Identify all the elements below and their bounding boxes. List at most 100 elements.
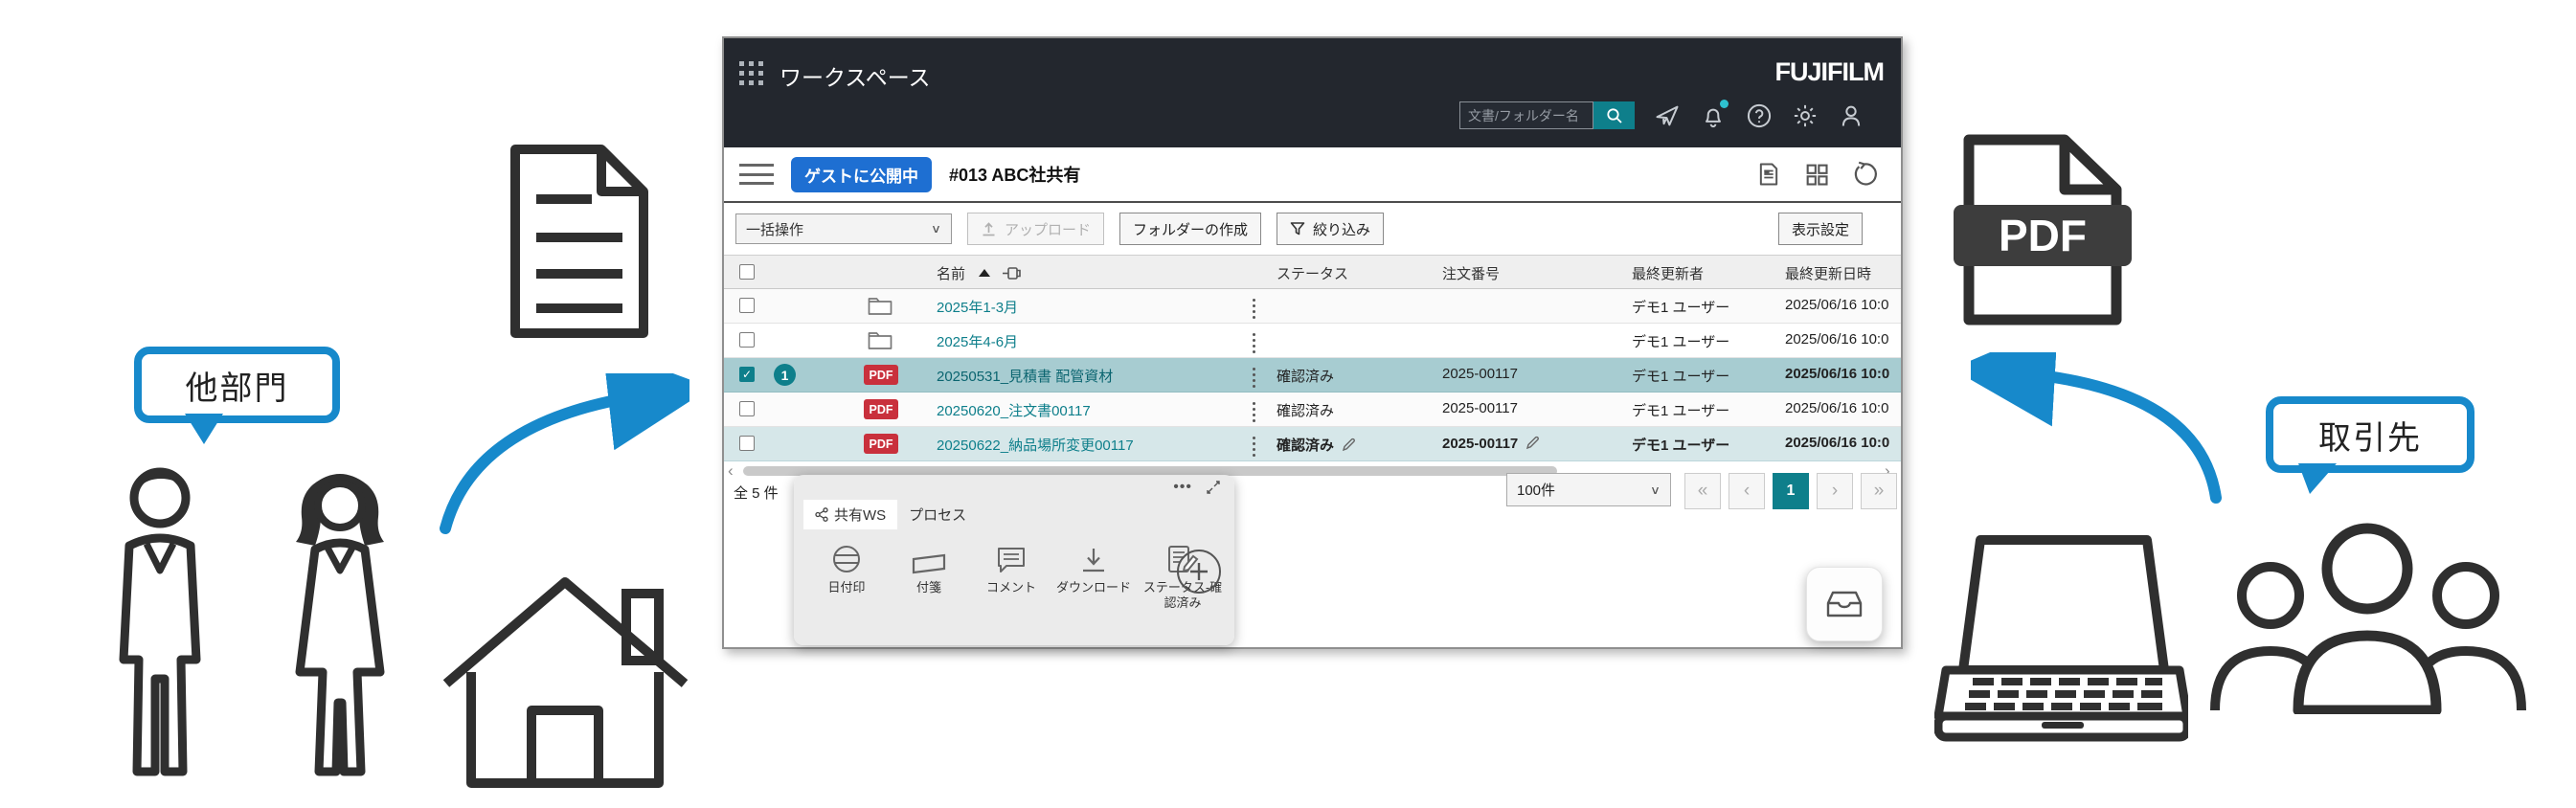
- panel-more-icon[interactable]: •••: [1173, 479, 1192, 496]
- chevron-down-icon: ∨: [931, 222, 941, 236]
- search-box: [1459, 101, 1635, 129]
- item-name-link[interactable]: 20250620_注文書00117: [937, 400, 1091, 420]
- table-row-pdf-2[interactable]: PDF 20250620_注文書00117 確認済み 2025-00117 デモ…: [724, 393, 1901, 427]
- panel-item-datestamp[interactable]: 日付印: [809, 538, 884, 612]
- refresh-icon[interactable]: [1851, 161, 1878, 188]
- account-user-icon[interactable]: [1838, 102, 1864, 129]
- left-bubble-label: 他部門: [186, 362, 289, 409]
- row-order: 2025-00117: [1442, 366, 1518, 382]
- row-kebab-menu[interactable]: [1253, 297, 1255, 319]
- comment-icon: [996, 546, 1027, 574]
- table-row-folder-1[interactable]: 2025年1-3月 デモ1 ユーザー 2025/06/16 10:0: [724, 289, 1901, 324]
- app-launcher-icon[interactable]: [739, 61, 764, 86]
- man-icon: [101, 463, 220, 784]
- row-checkbox-checked[interactable]: ✓: [739, 367, 755, 382]
- document-view-icon[interactable]: [1755, 161, 1782, 188]
- add-action-button[interactable]: [1177, 550, 1221, 594]
- left-speech-bubble: 他部門: [134, 347, 340, 423]
- actions-panel: ••• 共有WS プロセス: [794, 475, 1234, 645]
- row-checkbox[interactable]: [739, 332, 755, 348]
- prev-page-button[interactable]: ‹: [1729, 473, 1765, 509]
- notifications-bell-icon[interactable]: [1700, 102, 1727, 129]
- left-bubble-tail: [185, 414, 223, 444]
- settings-gear-icon[interactable]: [1792, 102, 1819, 129]
- item-name-link[interactable]: 20250622_納品場所変更00117: [937, 435, 1134, 455]
- table-toolbar: 一括操作 ∨ アップロード フォルダーの作成 絞り込み 表示設定: [724, 203, 1901, 255]
- row-order: 2025-00117: [1442, 400, 1518, 416]
- panel-tabs: 共有WS プロセス: [803, 500, 978, 529]
- row-status: 確認済み: [1277, 366, 1334, 386]
- pin-column-icon[interactable]: [1002, 266, 1021, 281]
- edit-order-pencil-icon[interactable]: [1525, 435, 1541, 450]
- row-updater: デモ1 ユーザー: [1632, 400, 1729, 420]
- select-all-checkbox[interactable]: [739, 264, 755, 280]
- help-icon[interactable]: [1746, 102, 1773, 129]
- laptop-icon: [1934, 534, 2188, 754]
- row-checkbox[interactable]: [739, 298, 755, 313]
- page-size-select[interactable]: 100件 ∨: [1506, 473, 1671, 506]
- row-updater: デモ1 ユーザー: [1632, 331, 1729, 351]
- column-status[interactable]: ステータス: [1277, 263, 1348, 283]
- guest-published-badge: ゲストに公開中: [791, 157, 932, 192]
- send-icon[interactable]: [1654, 102, 1681, 129]
- row-status: 確認済み: [1277, 400, 1334, 420]
- menu-hamburger-icon[interactable]: [739, 164, 774, 185]
- item-name-link[interactable]: 20250531_見積書 配管資材: [937, 366, 1113, 386]
- sort-ascending-icon[interactable]: [979, 269, 990, 277]
- table-row-pdf-selected[interactable]: ✓ 1 PDF 20250531_見積書 配管資材 確認済み 2025-0011…: [724, 358, 1901, 393]
- column-name[interactable]: 名前: [937, 266, 965, 282]
- row-kebab-menu[interactable]: [1253, 400, 1255, 422]
- last-page-button[interactable]: »: [1861, 473, 1897, 509]
- tab-process[interactable]: プロセス: [897, 500, 978, 529]
- grid-view-icon[interactable]: [1803, 161, 1830, 188]
- bulk-action-label: 一括操作: [746, 219, 803, 239]
- display-settings-button[interactable]: 表示設定: [1778, 213, 1863, 245]
- filter-button[interactable]: 絞り込み: [1277, 213, 1384, 245]
- first-page-button[interactable]: «: [1684, 473, 1721, 509]
- row-updater: デモ1 ユーザー: [1632, 297, 1729, 317]
- item-name-link[interactable]: 2025年1-3月: [937, 297, 1018, 317]
- next-page-button[interactable]: ›: [1817, 473, 1853, 509]
- table-row-folder-2[interactable]: 2025年4-6月 デモ1 ユーザー 2025/06/16 10:0: [724, 324, 1901, 358]
- row-updater: デモ1 ユーザー: [1632, 435, 1729, 455]
- app-title: ワークスペース: [780, 59, 931, 92]
- pdf-icon-label: PDF: [1999, 211, 2087, 260]
- row-updated: 2025/06/16 10:0: [1785, 366, 1889, 382]
- upload-button[interactable]: アップロード: [967, 213, 1104, 245]
- column-last-updated[interactable]: 最終更新日時: [1785, 263, 1871, 283]
- item-name-link[interactable]: 2025年4-6月: [937, 331, 1018, 351]
- bulk-action-select[interactable]: 一括操作 ∨: [735, 213, 952, 244]
- edit-status-pencil-icon[interactable]: [1342, 437, 1357, 452]
- inbox-tray-button[interactable]: [1806, 567, 1883, 641]
- row-order: 2025-00117: [1442, 436, 1518, 452]
- inbox-tray-icon: [1826, 590, 1863, 618]
- tab-shared-ws[interactable]: 共有WS: [803, 500, 897, 529]
- row-kebab-menu[interactable]: [1253, 366, 1255, 388]
- pdf-chip-icon: PDF: [864, 399, 898, 419]
- column-order-number[interactable]: 注文番号: [1442, 263, 1500, 283]
- search-input[interactable]: [1459, 101, 1593, 129]
- row-updated: 2025/06/16 10:0: [1785, 331, 1888, 348]
- create-folder-button[interactable]: フォルダーの作成: [1119, 213, 1261, 245]
- right-flow-arrow: [1971, 352, 2234, 515]
- fujifilm-logo: FUJIFILM: [1775, 57, 1885, 87]
- table-row-pdf-3[interactable]: PDF 20250622_納品場所変更00117 確認済み 2025-00117…: [724, 427, 1901, 461]
- column-last-updater[interactable]: 最終更新者: [1632, 263, 1704, 283]
- search-button[interactable]: [1593, 101, 1635, 129]
- search-icon: [1606, 107, 1623, 124]
- row-kebab-menu[interactable]: [1253, 331, 1255, 353]
- workspace-title: #013 ABC社共有: [949, 162, 1080, 187]
- right-speech-bubble: 取引先: [2266, 396, 2474, 473]
- date-stamp-icon: [831, 544, 862, 574]
- people-group-icon: [2207, 521, 2528, 714]
- panel-item-sticky-note[interactable]: 付箋: [892, 538, 966, 612]
- upload-icon: [981, 221, 997, 237]
- row-updated: 2025/06/16 10:0: [1785, 400, 1888, 416]
- row-kebab-menu[interactable]: [1253, 435, 1255, 457]
- row-checkbox[interactable]: [739, 436, 755, 451]
- row-checkbox[interactable]: [739, 401, 755, 416]
- panel-collapse-icon[interactable]: [1206, 480, 1221, 495]
- current-page-button[interactable]: 1: [1773, 473, 1809, 509]
- panel-item-comment[interactable]: コメント: [974, 538, 1049, 612]
- panel-item-download[interactable]: ダウンロード: [1056, 538, 1131, 612]
